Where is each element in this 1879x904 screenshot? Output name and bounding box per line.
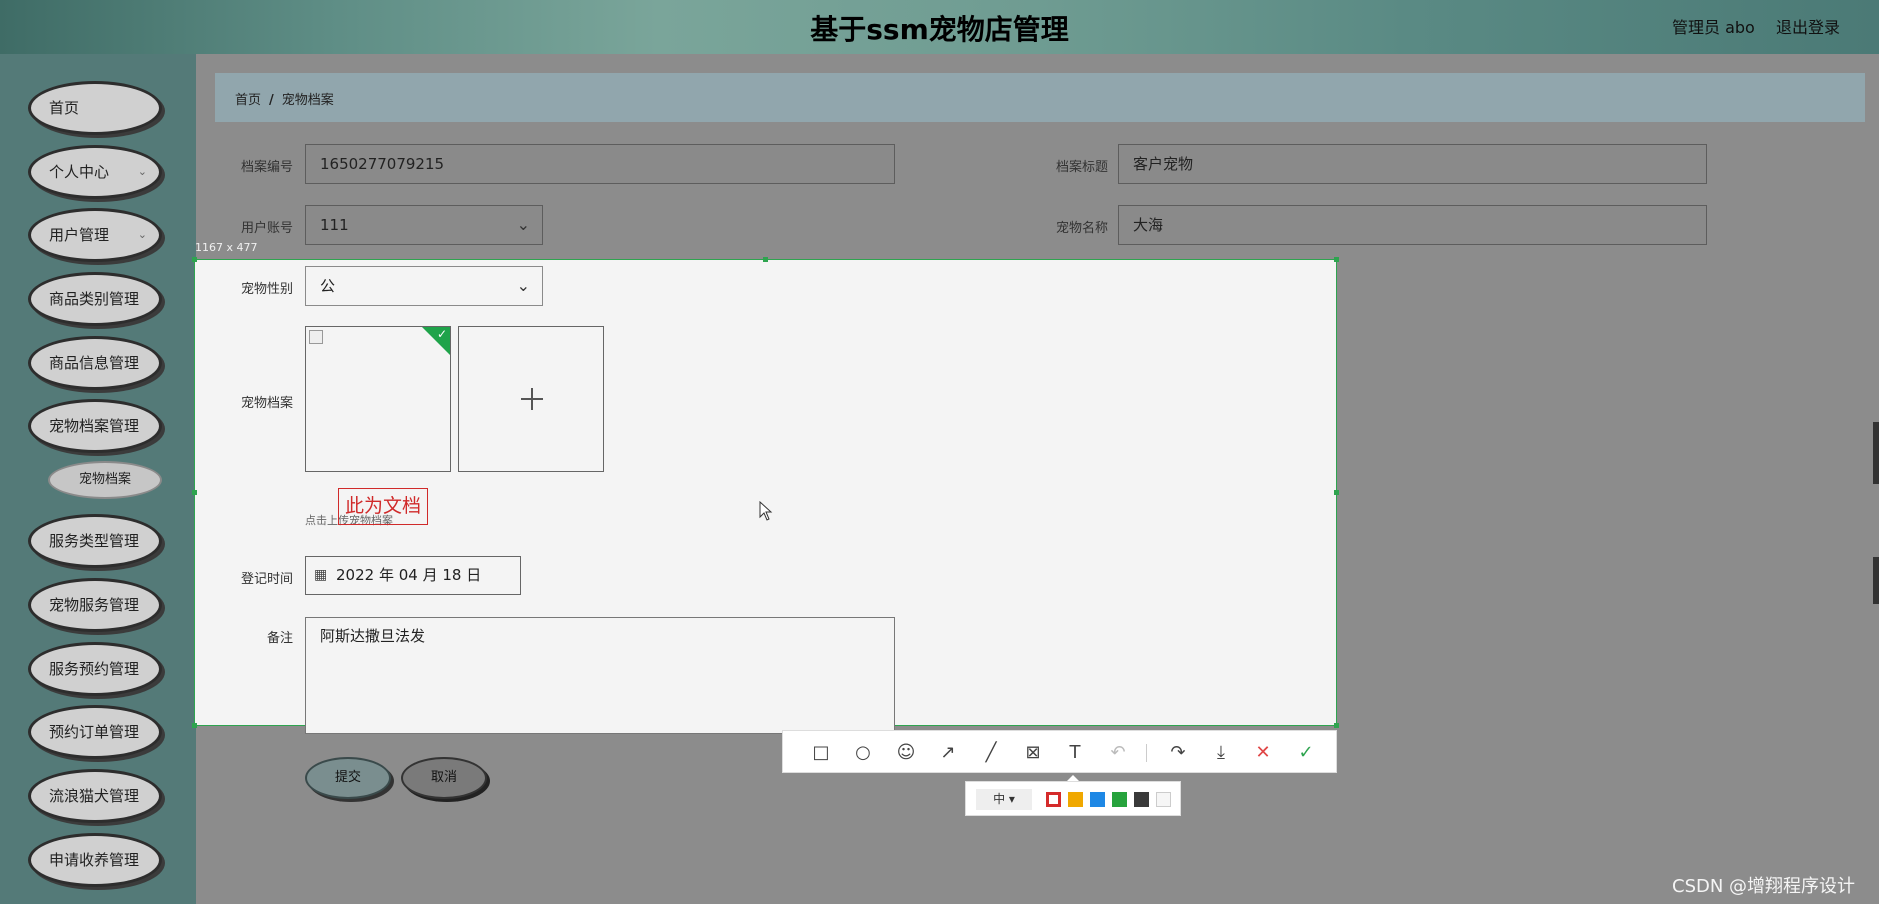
line-icon[interactable]: ╱ [976, 731, 1006, 774]
arrow-icon[interactable]: ↗ [933, 731, 963, 774]
app-title: 基于ssm宠物店管理 [810, 13, 1069, 46]
sidebar-item-pet-archive[interactable]: 宠物档案管理 [28, 399, 162, 453]
emoji-icon[interactable]: ☺ [891, 731, 921, 774]
color-swatch-green[interactable] [1112, 792, 1127, 807]
app-header: 基于ssm宠物店管理 管理员 abo 退出登录 [0, 0, 1879, 54]
chevron-down-icon: ⌄ [516, 215, 530, 234]
logout-link[interactable]: 退出登录 [1776, 14, 1840, 38]
submit-button[interactable]: 提交 [305, 757, 391, 799]
pet-name-label: 宠物名称 [1055, 221, 1108, 236]
chevron-down-icon: ⌄ [137, 228, 147, 241]
color-swatch-white[interactable] [1156, 792, 1171, 807]
remark-label: 备注 [266, 631, 293, 646]
color-palette: 中 ▾ [965, 781, 1181, 816]
reg-time-label: 登记时间 [240, 572, 293, 587]
breadcrumb-home[interactable]: 首页 [235, 93, 261, 108]
color-swatch-red[interactable] [1046, 792, 1061, 807]
watermark: CSDN @增翔程序设计 [1672, 876, 1856, 897]
text-icon[interactable]: T [1060, 731, 1090, 774]
capture-handle[interactable] [192, 490, 197, 495]
user-account-label: 用户账号 [240, 221, 293, 236]
uploaded-file-thumbnail[interactable]: ✓ [305, 326, 451, 472]
current-user: 管理员 abo [1672, 18, 1755, 37]
capture-handle[interactable] [1334, 723, 1339, 728]
plus-icon [521, 388, 543, 410]
remark-textarea[interactable]: 阿斯达撒旦法发 [305, 617, 895, 734]
breadcrumb: 首页 / 宠物档案 [235, 89, 334, 108]
color-swatch-black[interactable] [1134, 792, 1149, 807]
archive-title-input[interactable]: 客户宠物 [1118, 144, 1707, 184]
edge-scroll-handle[interactable] [1873, 422, 1879, 484]
color-swatch-blue[interactable] [1090, 792, 1105, 807]
toolbar-divider [1146, 744, 1147, 762]
capture-toolbar: □ ○ ☺ ↗ ╱ ⊠ T ↶ ↷ ⤓ ✕ ✓ [782, 730, 1337, 773]
edge-scroll-handle[interactable] [1873, 557, 1879, 604]
capture-handle[interactable] [1334, 257, 1339, 262]
capture-size-label: 1167 x 477 [195, 241, 258, 254]
mouse-cursor-icon [759, 501, 773, 521]
check-icon: ✓ [436, 327, 447, 341]
undo-icon[interactable]: ↶ [1103, 731, 1133, 774]
text-annotation[interactable]: 此为文档 [338, 488, 429, 525]
pet-archive-label: 宠物档案 [240, 396, 293, 411]
sidebar-item-booking-order[interactable]: 预约订单管理 [28, 705, 162, 759]
pet-gender-label: 宠物性别 [240, 282, 293, 297]
user-account-select[interactable]: 111 ⌄ [305, 205, 543, 245]
pet-gender-select[interactable]: 公 ⌄ [305, 266, 543, 306]
confirm-icon[interactable]: ✓ [1291, 731, 1321, 774]
sidebar-item-personal-center[interactable]: 个人中心 ⌄ [28, 145, 162, 199]
archive-no-label: 档案编号 [240, 160, 293, 175]
cancel-button[interactable]: 取消 [401, 757, 487, 799]
chevron-down-icon: ⌄ [516, 276, 530, 295]
sidebar-item-pet-service[interactable]: 宠物服务管理 [28, 578, 162, 632]
upload-success-badge: ✓ [422, 327, 450, 355]
capture-handle[interactable] [192, 723, 197, 728]
sidebar-item-goods[interactable]: 商品信息管理 [28, 336, 162, 390]
pen-size-dropdown[interactable]: 中 ▾ [976, 789, 1032, 810]
archive-no-input[interactable]: 1650277079215 [305, 144, 895, 184]
breadcrumb-separator: / [269, 93, 274, 108]
reg-time-date-picker[interactable]: ▦ 2022 年 04 月 18 日 [305, 556, 521, 595]
breadcrumb-bar: 首页 / 宠物档案 [215, 73, 1865, 122]
calendar-icon: ▦ [314, 567, 328, 583]
sidebar-item-home[interactable]: 首页 [28, 81, 162, 135]
capture-handle[interactable] [1334, 490, 1339, 495]
sidebar-item-adoption[interactable]: 申请收养管理 [28, 833, 162, 887]
breadcrumb-current: 宠物档案 [281, 93, 334, 108]
color-swatch-orange[interactable] [1068, 792, 1083, 807]
sidebar-item-stray-animals[interactable]: 流浪猫犬管理 [28, 769, 162, 823]
broken-image-icon [309, 330, 323, 344]
sidebar-subitem-pet-archive[interactable]: 宠物档案 [48, 461, 162, 499]
sidebar-item-service-type[interactable]: 服务类型管理 [28, 514, 162, 568]
ellipse-icon[interactable]: ○ [848, 731, 878, 774]
download-icon[interactable]: ⤓ [1206, 731, 1236, 774]
capture-handle[interactable] [763, 257, 768, 262]
add-upload-button[interactable] [458, 326, 604, 472]
archive-title-label: 档案标题 [1055, 160, 1108, 175]
sidebar-item-service-booking[interactable]: 服务预约管理 [28, 642, 162, 696]
share-icon[interactable]: ↷ [1163, 731, 1193, 774]
pet-name-input[interactable]: 大海 [1118, 205, 1707, 245]
sidebar-item-user-management[interactable]: 用户管理 ⌄ [28, 208, 162, 262]
cancel-icon[interactable]: ✕ [1248, 731, 1278, 774]
sidebar-item-category[interactable]: 商品类别管理 [28, 272, 162, 326]
capture-handle[interactable] [192, 257, 197, 262]
chevron-down-icon: ⌄ [137, 165, 147, 178]
rectangle-icon[interactable]: □ [806, 731, 836, 774]
mosaic-icon[interactable]: ⊠ [1018, 731, 1048, 774]
